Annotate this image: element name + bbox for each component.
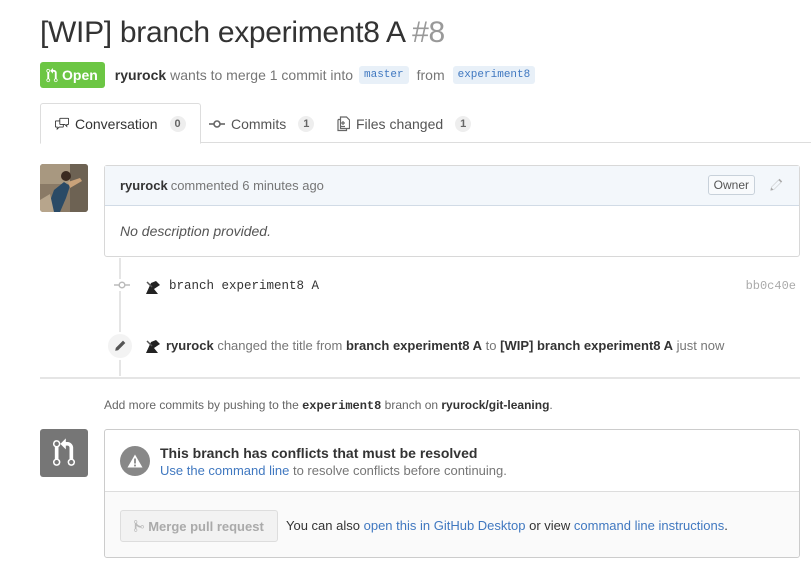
merge-alt-suffix: . [724,518,728,533]
tab-commits-label: Commits [231,115,287,132]
merge-alternatives: You can also open this in GitHub Desktop… [286,518,728,533]
tab-conversation[interactable]: Conversation 0 [40,103,201,144]
author-link[interactable]: ryurock [115,67,166,83]
pr-meta: Open ryurock wants to merge 1 commit int… [40,62,541,88]
event-old-title: branch experiment8 A [345,338,483,353]
push-hint-repo: ryurock/git-leaning [441,398,550,412]
push-hint: Add more commits by pushing to the exper… [104,398,553,413]
pencil-icon [115,340,126,351]
event-actor[interactable]: ryurock [166,338,214,353]
commit-author-avatar[interactable] [145,279,161,295]
event-actor-avatar[interactable] [145,338,161,354]
push-hint-branch: experiment8 [302,399,382,413]
open-github-desktop-link[interactable]: open this in GitHub Desktop [364,518,526,533]
pr-title: [WIP] branch experiment8 A #8 [40,16,445,50]
pr-number: #8 [412,16,445,49]
git-commit-icon [114,279,130,291]
avatar[interactable] [40,164,88,212]
comment: ryurock commented 6 minutes ago Owner No… [104,165,800,257]
owner-badge: Owner [707,175,755,195]
tab-conversation-count: 0 [169,115,186,132]
command-line-link[interactable]: Use the command line [160,463,289,478]
comment-meta[interactable]: commented 6 minutes ago [171,178,324,193]
push-hint-prefix: Add more commits by pushing to the [104,398,299,412]
merge-button-label: Merge pull request [148,518,264,534]
merge-alt-prefix: You can also [286,518,360,533]
tab-files-changed[interactable]: Files changed 1 [323,103,485,144]
commit-message[interactable]: branch experiment8 A [169,279,319,293]
tab-conversation-label: Conversation [75,115,158,132]
merge-status-subtitle: Use the command line to resolve conflict… [160,463,507,478]
state-badge: Open [40,62,105,88]
pr-tabs: Conversation 0 Commits 1 Files changed 1 [40,103,811,144]
merge-status: This branch has conflicts that must be r… [105,430,799,492]
tab-commits-count: 1 [298,115,315,132]
comment-header: ryurock commented 6 minutes ago Owner [105,166,799,206]
event-time[interactable]: just now [677,338,725,353]
event-badge [106,332,134,360]
event-text-2: to [485,338,497,353]
from-text: from [416,67,445,83]
merge-alt-mid: or view [529,518,571,533]
commit-sha[interactable]: bb0c40e [746,279,796,293]
comment-body: No description provided. [120,223,271,239]
comment-author[interactable]: ryurock [120,178,168,193]
git-commit-icon [209,119,225,128]
tab-files-changed-count: 1 [455,115,472,132]
diff-icon [337,115,350,131]
git-pull-request-icon [46,67,58,82]
merge-status-icon-box [40,429,88,477]
commit-item: branch experiment8 A bb0c40e [104,274,800,300]
base-branch[interactable]: master [359,66,409,84]
alert-icon [120,446,150,476]
push-hint-suffix: . [549,398,553,412]
pr-title-text: [WIP] branch experiment8 A [40,16,405,49]
head-branch[interactable]: experiment8 [452,66,536,84]
comment-discussion-icon [55,117,69,130]
event-text: ryurock changed the title from branch ex… [166,338,724,353]
merge-status-rest: to resolve conflicts before continuing. [292,463,507,478]
git-merge-icon [134,520,145,532]
command-line-instructions-link[interactable]: command line instructions [574,518,724,533]
pencil-icon[interactable] [769,178,783,192]
merge-box: This branch has conflicts that must be r… [104,429,800,558]
merge-pull-request-button[interactable]: Merge pull request [120,510,278,542]
tab-files-changed-label: Files changed [356,115,444,132]
event-text-1: changed the title from [217,338,343,353]
merge-actions: Merge pull request You can also open thi… [105,492,799,557]
timeline-end-divider [40,377,800,379]
merge-status-title: This branch has conflicts that must be r… [160,445,478,461]
tab-commits[interactable]: Commits 1 [195,103,328,144]
push-hint-mid: branch on [384,398,439,412]
merge-action-text: wants to merge 1 commit into [170,67,353,83]
title-change-event: ryurock changed the title from branch ex… [104,332,800,360]
state-label: Open [62,67,98,83]
event-new-title: [WIP] branch experiment8 A [500,338,674,353]
git-pull-request-icon [53,438,75,466]
